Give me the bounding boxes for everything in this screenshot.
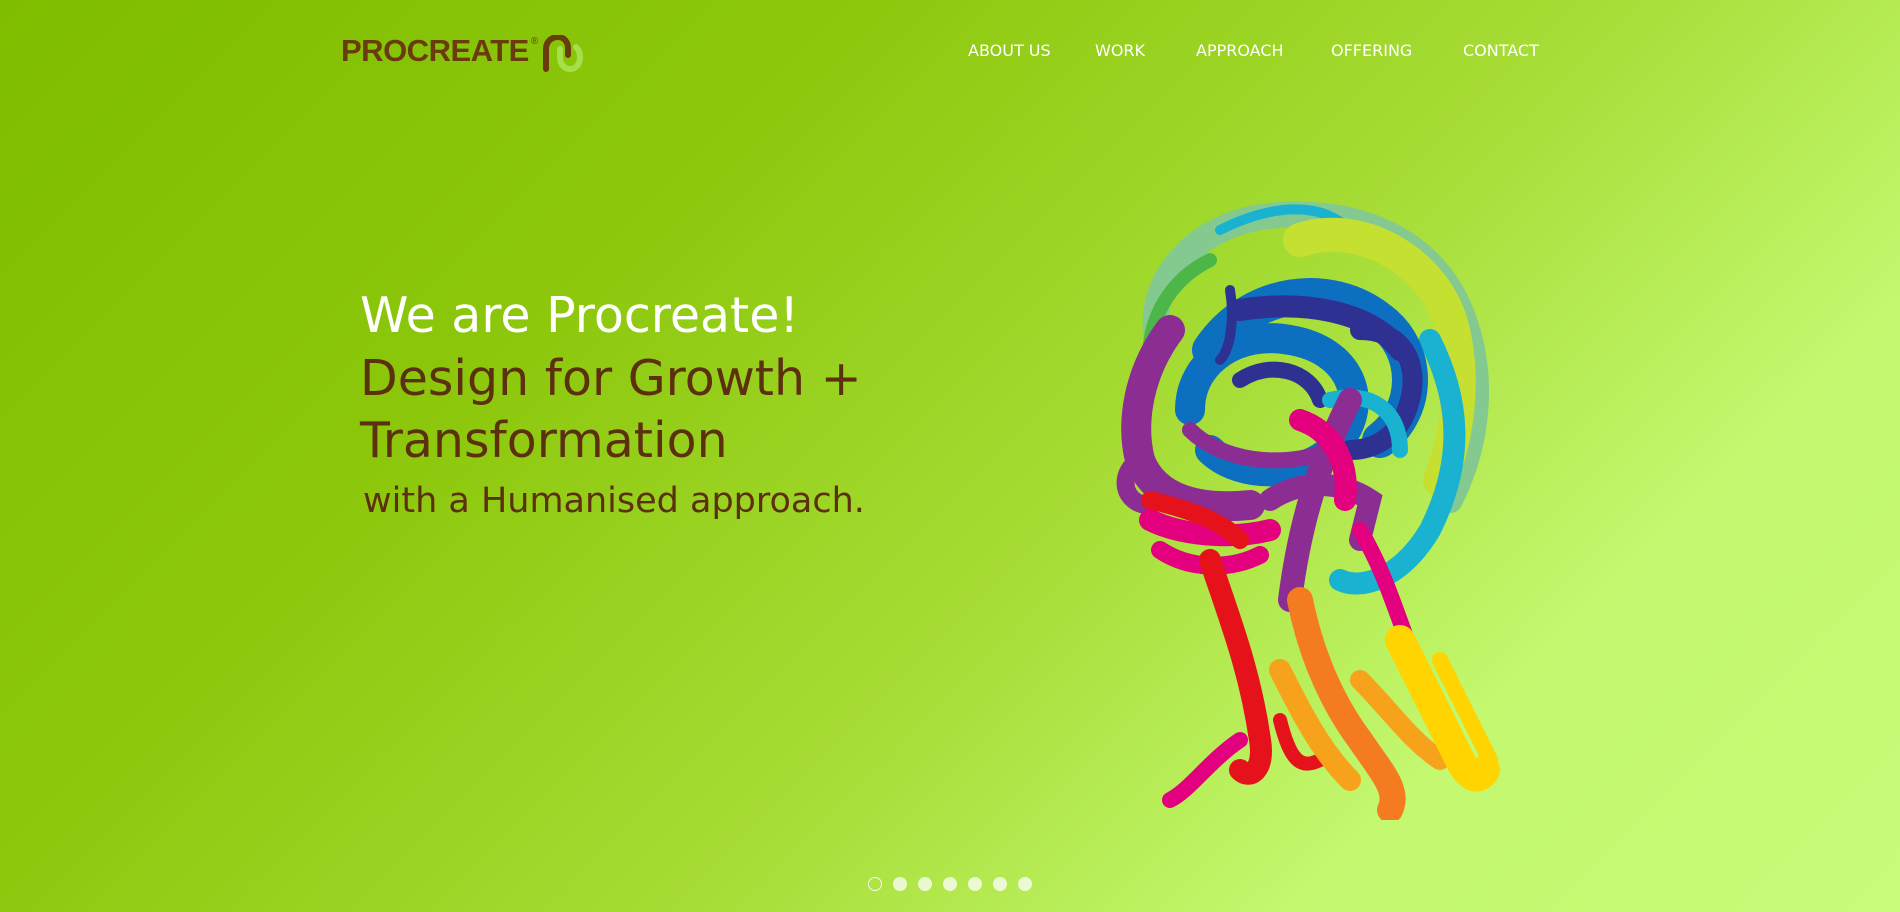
hero-subline: with a Humanised approach. [363,481,865,521]
colorful-brushstroke-head-icon [1116,201,1500,820]
slider-dot-2[interactable] [893,877,907,891]
hero-tagline-line-1: Design for Growth + [360,350,862,407]
procreate-mark-icon [543,35,584,73]
slider-dot-7[interactable] [1018,877,1032,891]
hero-text: We are Procreate! Design for Growth + Tr… [360,284,865,530]
slider-dot-6[interactable] [993,877,1007,891]
hero-tagline-line-2: Transformation [360,412,728,469]
site-header: PROCREATE ® ABOUT US WORK APPROACH OFFER… [0,0,1900,110]
hero-headline: We are Procreate! [360,287,800,344]
brand-logo[interactable]: PROCREATE ® [341,32,584,76]
registered-mark: ® [530,36,539,47]
brand-name: PROCREATE [341,33,529,68]
nav-item-contact[interactable]: CONTACT [1463,40,1539,62]
nav-item-work[interactable]: WORK [1095,40,1145,62]
slider-dot-5[interactable] [968,877,982,891]
slider-dot-4[interactable] [943,877,957,891]
slider-dot-1[interactable] [868,877,882,891]
nav-item-approach[interactable]: APPROACH [1196,40,1284,62]
slider-dot-3[interactable] [918,877,932,891]
nav-item-about-us[interactable]: ABOUT US [968,40,1051,62]
nav-item-offering[interactable]: OFFERING [1331,40,1412,62]
slider-pagination [0,877,1900,893]
